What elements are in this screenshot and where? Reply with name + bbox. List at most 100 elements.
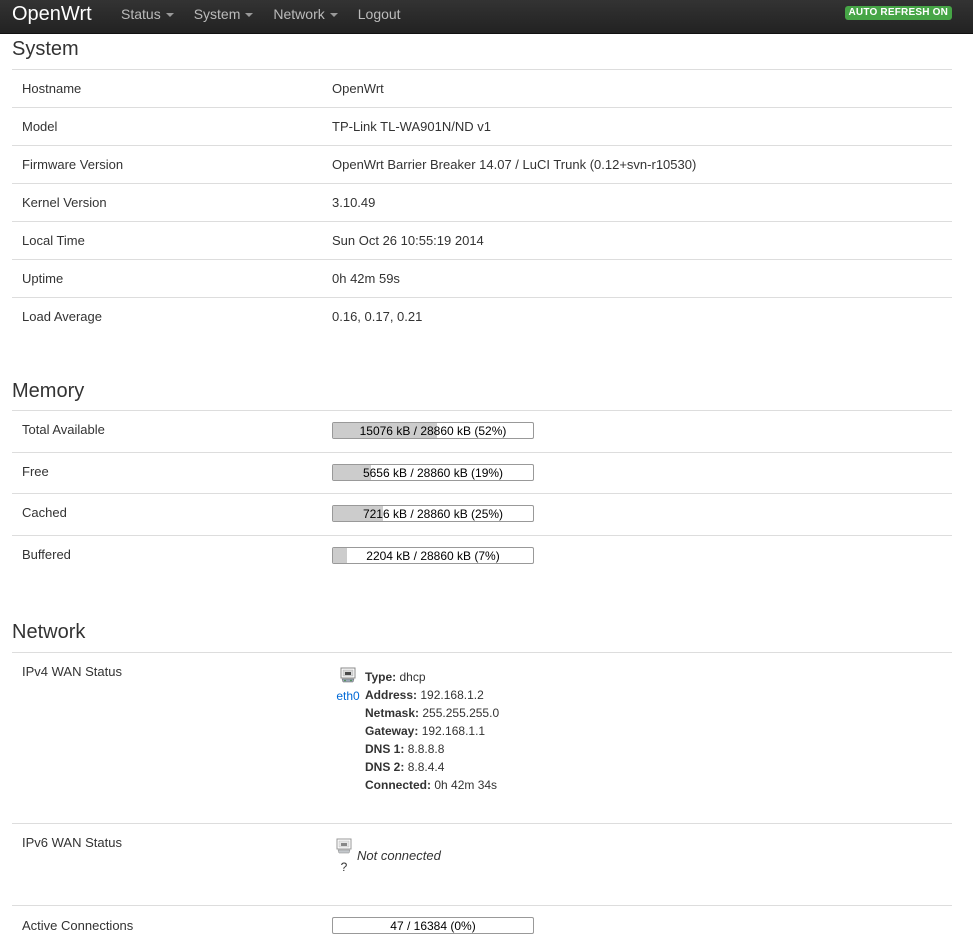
detail-line: DNS 2: 8.8.4.4	[365, 758, 499, 776]
menu-logout[interactable]: Logout	[348, 0, 411, 28]
table-row: Hostname OpenWrt	[12, 70, 952, 108]
detail-key: Gateway:	[365, 724, 419, 738]
progress-bar-text: 2204 kB / 28860 kB (7%)	[366, 548, 500, 563]
row-value: 47 / 16384 (0%)	[332, 906, 952, 946]
row-label: Cached	[22, 505, 67, 520]
chevron-down-icon	[329, 13, 338, 17]
network-section-title: Network	[12, 621, 86, 643]
interface-link-eth0[interactable]: eth0	[334, 689, 362, 703]
detail-value: 192.168.1.1	[421, 724, 486, 738]
menu-status-label: Status	[121, 6, 161, 22]
interface-unknown: ?	[340, 860, 348, 874]
row-value: TP-Link TL-WA901N/ND v1	[332, 119, 491, 134]
table-row: Free 5656 kB / 28860 kB (19%)	[12, 453, 952, 494]
table-row: Model TP-Link TL-WA901N/ND v1	[12, 108, 952, 146]
row-value: 7216 kB / 28860 kB (25%)	[332, 494, 952, 535]
row-label: Buffered	[22, 546, 71, 562]
row-label: IPv4 WAN Status	[22, 664, 122, 679]
progress-bar: 47 / 16384 (0%)	[332, 917, 534, 934]
progress-bar: 2204 kB / 28860 kB (7%)	[332, 546, 534, 564]
row-label: Hostname	[22, 81, 82, 96]
row-value: 0.16, 0.17, 0.21	[332, 309, 423, 324]
detail-value: dhcp	[399, 670, 426, 684]
table-row: Cached 7216 kB / 28860 kB (25%)	[12, 494, 952, 536]
table-row: Buffered 2204 kB / 28860 kB (7%)	[12, 536, 952, 578]
detail-value: 255.255.255.0	[422, 706, 500, 720]
row-label: Local Time	[22, 233, 85, 248]
top-navbar: OpenWrt Status System Network Logout AUT…	[0, 0, 973, 34]
system-table: Hostname OpenWrt Model TP-Link TL-WA901N…	[12, 69, 952, 336]
row-label: Active Connections	[22, 918, 134, 933]
progress-bar-text: 7216 kB / 28860 kB (25%)	[362, 507, 504, 521]
row-label: Firmware Version	[22, 157, 124, 172]
brand-logo[interactable]: OpenWrt	[12, 2, 92, 26]
system-section-title: System	[12, 38, 79, 60]
detail-key: DNS 2:	[365, 760, 405, 774]
progress-bar-text: 5656 kB / 28860 kB (19%)	[362, 465, 504, 480]
row-label: Uptime	[22, 271, 64, 286]
row-label: Free	[22, 463, 49, 479]
menu-network-label: Network	[273, 6, 325, 22]
row-label: Load Average	[22, 309, 102, 324]
memory-table: Total Available 15076 kB / 28860 kB (52%…	[12, 410, 952, 577]
table-row-ipv4: IPv4 WAN Status eth0 Type: dhcp Address:…	[12, 653, 952, 824]
table-row-ipv6: IPv6 WAN Status ? Not connected	[12, 824, 952, 906]
row-value: OpenWrt	[332, 81, 384, 96]
menu-system-label: System	[193, 6, 241, 22]
ipv6-status-text: Not connected	[357, 848, 441, 863]
detail-key: Address:	[365, 688, 418, 702]
detail-value: 8.8.4.4	[407, 760, 445, 774]
detail-line: Address: 192.168.1.2	[365, 686, 499, 704]
detail-key: DNS 1:	[365, 742, 405, 756]
table-row: Local Time Sun Oct 26 10:55:19 2014	[12, 222, 952, 260]
network-table: IPv4 WAN Status eth0 Type: dhcp Address:…	[12, 652, 952, 946]
row-value: OpenWrt Barrier Breaker 14.07 / LuCI Tru…	[332, 157, 697, 172]
ethernet-port-disconnected-icon	[336, 838, 352, 854]
menu-status[interactable]: Status	[111, 0, 184, 28]
detail-line: DNS 1: 8.8.8.8	[365, 740, 499, 758]
chevron-down-icon	[245, 13, 254, 17]
row-label: Total Available	[22, 422, 105, 437]
row-value: 15076 kB / 28860 kB (52%)	[332, 411, 952, 452]
progress-bar: 5656 kB / 28860 kB (19%)	[332, 463, 534, 481]
table-row: Load Average 0.16, 0.17, 0.21	[12, 298, 952, 336]
interface-badge: eth0	[334, 667, 362, 703]
progress-bar-text: 47 / 16384 (0%)	[390, 919, 476, 933]
menu-network[interactable]: Network	[263, 0, 347, 28]
main-menu: Status System Network Logout	[111, 0, 411, 28]
memory-section-title: Memory	[12, 380, 85, 402]
table-row: Kernel Version 3.10.49	[12, 184, 952, 222]
detail-key: Netmask:	[365, 706, 420, 720]
interface-badge: ?	[330, 838, 358, 874]
auto-refresh-badge[interactable]: AUTO REFRESH ON	[844, 6, 952, 20]
chevron-down-icon	[165, 13, 174, 17]
table-row-active-connections: Active Connections 47 / 16384 (0%)	[12, 906, 952, 946]
detail-key: Type:	[365, 670, 397, 684]
row-value: 2204 kB / 28860 kB (7%)	[332, 536, 952, 578]
row-label: Model	[22, 119, 58, 134]
detail-line: Type: dhcp	[365, 668, 499, 686]
table-row: Uptime 0h 42m 59s	[12, 260, 952, 298]
menu-logout-label: Logout	[357, 6, 401, 22]
row-label: IPv6 WAN Status	[22, 835, 122, 850]
detail-key: Connected:	[365, 778, 431, 792]
detail-line: Connected: 0h 42m 34s	[365, 776, 499, 794]
ipv4-details: Type: dhcp Address: 192.168.1.2 Netmask:…	[365, 668, 499, 794]
row-value: 3.10.49	[332, 195, 376, 210]
detail-value: 8.8.8.8	[407, 742, 445, 756]
detail-value: 0h 42m 34s	[434, 778, 498, 792]
row-value: 5656 kB / 28860 kB (19%)	[332, 453, 952, 494]
ethernet-port-icon	[340, 667, 356, 683]
row-label: Kernel Version	[22, 195, 107, 210]
row-value: 0h 42m 59s	[332, 271, 400, 286]
detail-line: Gateway: 192.168.1.1	[365, 722, 499, 740]
progress-bar-text: 15076 kB / 28860 kB (52%)	[359, 424, 507, 438]
table-row: Firmware Version OpenWrt Barrier Breaker…	[12, 146, 952, 184]
menu-system[interactable]: System	[184, 0, 264, 28]
progress-bar: 7216 kB / 28860 kB (25%)	[332, 505, 534, 522]
detail-value: 192.168.1.2	[420, 688, 484, 702]
detail-line: Netmask: 255.255.255.0	[365, 704, 499, 722]
table-row: Total Available 15076 kB / 28860 kB (52%…	[12, 411, 952, 453]
row-value: Sun Oct 26 10:55:19 2014	[332, 233, 484, 248]
progress-bar: 15076 kB / 28860 kB (52%)	[332, 422, 534, 439]
